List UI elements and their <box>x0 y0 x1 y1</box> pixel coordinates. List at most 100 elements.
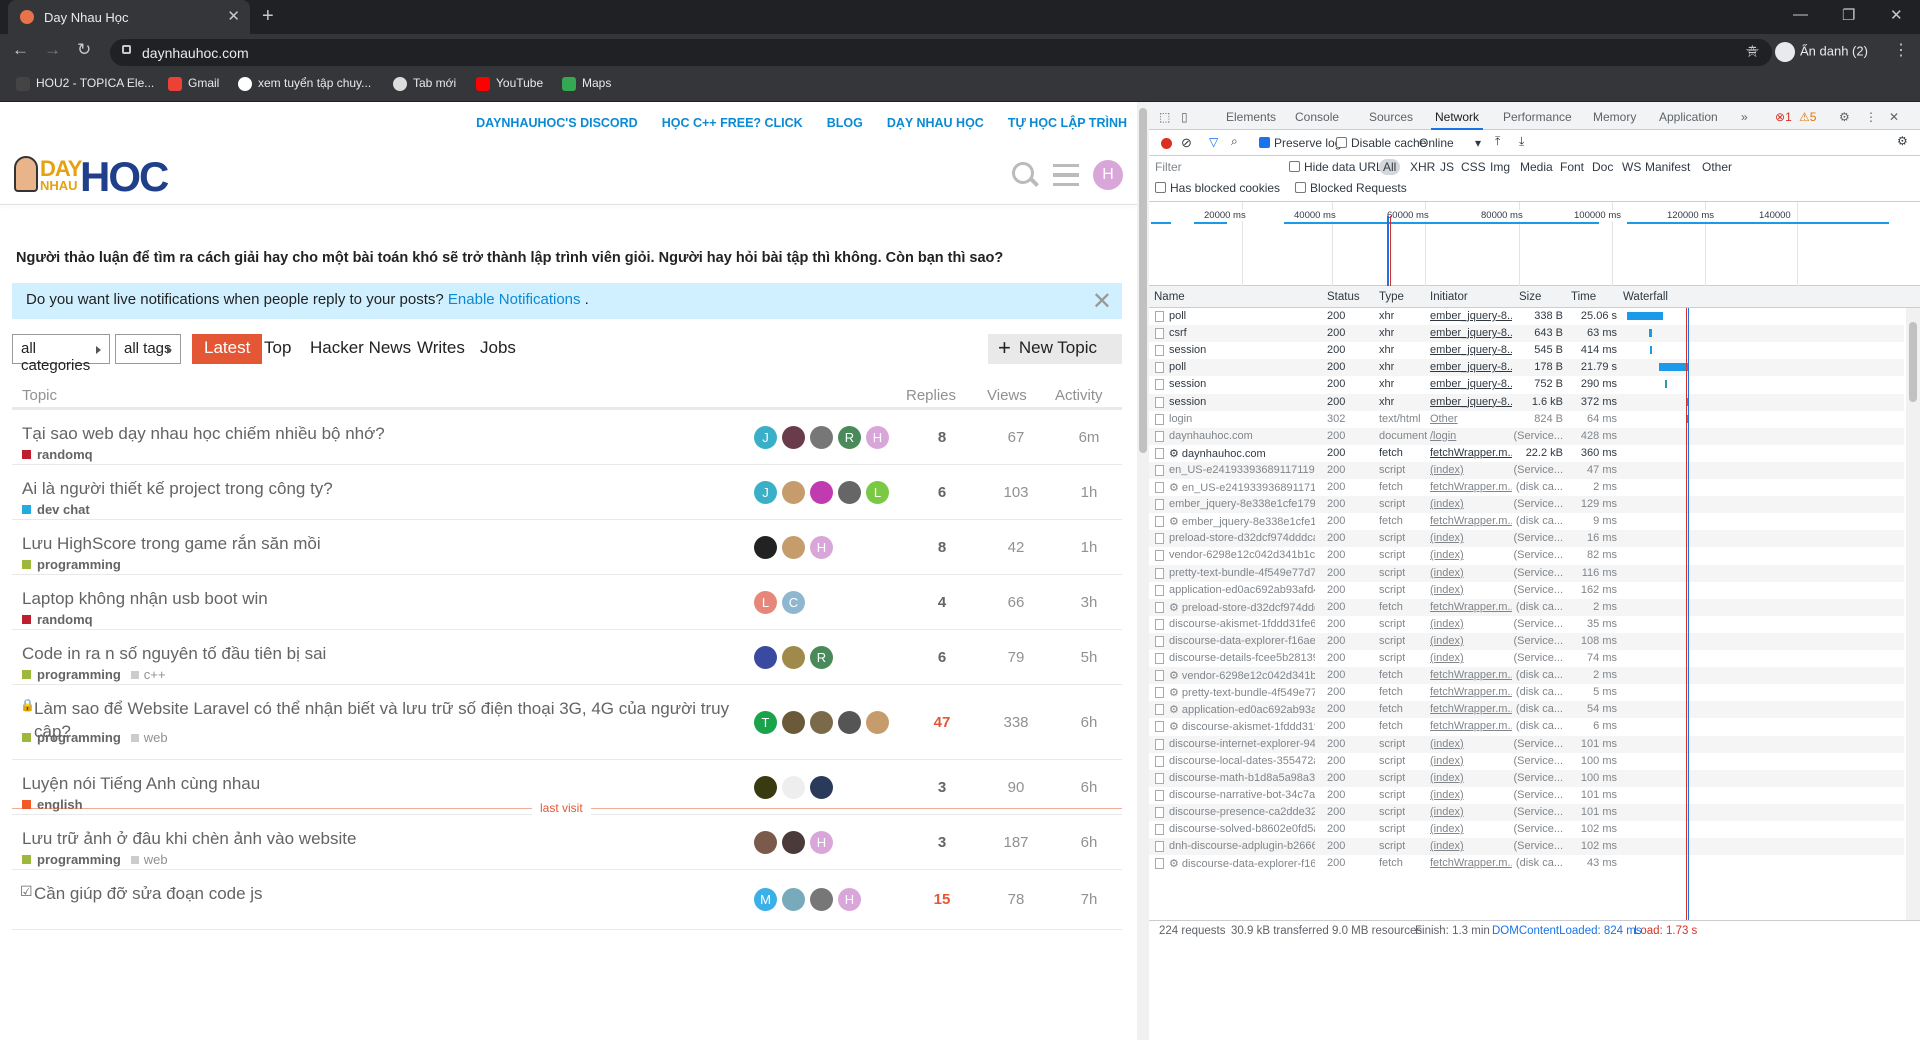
request-name[interactable]: ⚙ pretty-text-bundle-4f549e77d... <box>1169 686 1315 699</box>
devtab-sources[interactable]: Sources <box>1369 110 1413 124</box>
col-size[interactable]: Size <box>1519 291 1541 303</box>
request-name[interactable]: ⚙ discourse-data-explorer-f16ae... <box>1169 857 1315 870</box>
request-initiator[interactable]: (index) <box>1430 584 1512 596</box>
search-icon[interactable] <box>1011 161 1039 189</box>
request-name[interactable]: session <box>1169 344 1315 356</box>
network-request-row[interactable]: session 200 xhr ember_jquery-8... 1.6 kB 372 … <box>1149 393 1904 411</box>
request-name[interactable]: discourse-data-explorer-f16aed9... <box>1169 635 1315 647</box>
topic-title[interactable]: Ai là người thiết kế project trong công … <box>22 477 742 500</box>
device-toolbar-icon[interactable]: ▯ <box>1181 110 1188 124</box>
browser-tab[interactable]: Day Nhau Học ✕ <box>8 0 250 34</box>
col-status[interactable]: Status <box>1327 291 1360 303</box>
type-css[interactable]: CSS <box>1461 160 1486 174</box>
network-request-row[interactable]: ember_jquery-8e338e1cfe17986... 200 script… <box>1149 496 1904 514</box>
bookmark-new-tab[interactable]: Tab mới <box>393 76 456 91</box>
category-badge[interactable]: programming <box>22 667 121 682</box>
network-request-row[interactable]: session 200 xhr ember_jquery-8... 545 B 414 m… <box>1149 342 1904 360</box>
category-badge[interactable]: dev chat <box>22 502 90 517</box>
link-blog[interactable]: BLOG <box>827 116 863 130</box>
network-request-row[interactable]: ⚙ preload-store-d32dcf974dddc... 200 fetch… <box>1149 598 1904 616</box>
poster-avatar[interactable]: H <box>810 830 833 854</box>
request-initiator[interactable]: (index) <box>1430 567 1512 579</box>
request-initiator[interactable]: (index) <box>1430 618 1512 630</box>
topic-row[interactable]: Code in ra n số nguyên tố đầu tiên bị sa… <box>12 630 1122 685</box>
request-name[interactable]: pretty-text-bundle-4f549e77d75... <box>1169 567 1315 579</box>
browser-menu-icon[interactable]: ⋮ <box>1893 40 1909 60</box>
devtab-network[interactable]: Network <box>1430 110 1484 130</box>
filter-icon[interactable]: ▽ <box>1209 135 1218 149</box>
reply-count[interactable]: 6 <box>912 484 972 501</box>
settings-gear-icon[interactable]: ⚙ <box>1839 110 1850 124</box>
close-tab-icon[interactable]: ✕ <box>227 7 240 25</box>
topic-title[interactable]: Lưu HighScore trong game rắn săn mồi <box>22 532 742 555</box>
topic-title[interactable]: Laptop không nhận usb boot win <box>22 587 742 610</box>
tag-badge[interactable]: c++ <box>131 667 166 682</box>
bookmark-hou2[interactable]: HOU2 - TOPICA Ele... <box>16 76 154 91</box>
request-initiator[interactable]: (index) <box>1430 532 1512 544</box>
poster-avatar[interactable] <box>810 425 833 449</box>
request-name[interactable]: poll <box>1169 310 1315 322</box>
col-type[interactable]: Type <box>1379 291 1404 303</box>
dismiss-banner-icon[interactable]: ✕ <box>1092 287 1112 316</box>
record-icon[interactable] <box>1161 138 1172 149</box>
tag-badge[interactable]: web <box>131 730 168 745</box>
request-initiator[interactable]: (index) <box>1430 738 1512 750</box>
activity-time[interactable]: 1h <box>1059 539 1119 556</box>
request-initiator[interactable]: fetchWrapper.m... <box>1430 515 1512 527</box>
activity-time[interactable]: 3h <box>1059 594 1119 611</box>
col-replies[interactable]: Replies <box>906 387 956 404</box>
type-img[interactable]: Img <box>1490 160 1510 174</box>
network-request-row[interactable]: en_US-e24193393689117119311... 200 script (… <box>1149 461 1904 479</box>
network-request-row[interactable]: csrf 200 xhr ember_jquery-8... 643 B 63 ms <box>1149 325 1904 343</box>
request-initiator[interactable]: (index) <box>1430 498 1512 510</box>
enable-notifications-link[interactable]: Enable Notifications <box>448 291 581 308</box>
type-manifest[interactable]: Manifest <box>1645 160 1690 174</box>
bookmark-maps[interactable]: Maps <box>562 76 611 91</box>
error-count-badge[interactable]: ⊗1 <box>1775 110 1792 124</box>
inspect-icon[interactable]: ⬚ <box>1159 110 1170 124</box>
network-request-row[interactable]: vendor-6298e12c042d341b1c8a... 200 script (… <box>1149 547 1904 565</box>
network-request-row[interactable]: discourse-solved-b8602e0fd5a5... 200 scrip… <box>1149 821 1904 838</box>
category-dropdown[interactable]: all categories <box>12 334 110 374</box>
reply-count[interactable]: 4 <box>912 594 972 611</box>
request-initiator[interactable]: (index) <box>1430 806 1512 818</box>
poster-avatar[interactable] <box>810 888 833 911</box>
poster-avatar[interactable] <box>782 535 805 559</box>
clear-icon[interactable]: ⊘ <box>1181 135 1192 151</box>
poster-avatar[interactable] <box>754 535 777 559</box>
network-request-row[interactable]: pretty-text-bundle-4f549e77d75... 200 scri… <box>1149 564 1904 582</box>
request-name[interactable]: ⚙ ember_jquery-8e338e1cfe179... <box>1169 515 1315 528</box>
network-request-row[interactable]: ⚙ vendor-6298e12c042d341b1c... 200 fetch fe… <box>1149 667 1904 685</box>
poster-avatar[interactable] <box>782 888 805 911</box>
nav-jobs[interactable]: Jobs <box>468 334 528 364</box>
reload-icon[interactable]: ↻ <box>77 40 91 60</box>
disable-cache-checkbox[interactable]: Disable cache <box>1336 136 1426 150</box>
network-filter-input[interactable]: Filter <box>1155 160 1285 176</box>
link-tu-hoc[interactable]: TỰ HỌC LẬP TRÌNH <box>1008 116 1127 130</box>
network-request-row[interactable]: ⚙ pretty-text-bundle-4f549e77d... 200 fetc… <box>1149 684 1904 702</box>
network-request-row[interactable]: discourse-local-dates-355472ab... 200 scri… <box>1149 752 1904 770</box>
request-initiator[interactable]: ember_jquery-8... <box>1430 344 1512 356</box>
network-request-row[interactable]: login 302 text/html Other 824 B 64 ms <box>1149 410 1904 428</box>
poster-avatar[interactable] <box>810 710 833 734</box>
request-initiator[interactable]: fetchWrapper.m... <box>1430 857 1512 869</box>
devtab-memory[interactable]: Memory <box>1593 110 1636 124</box>
request-initiator[interactable]: fetchWrapper.m... <box>1430 481 1512 493</box>
poster-avatar[interactable]: C <box>782 590 805 614</box>
hide-data-urls-checkbox[interactable]: Hide data URLs <box>1289 160 1389 174</box>
request-initiator[interactable]: (index) <box>1430 549 1512 561</box>
bookmark-google[interactable]: xem tuyển tập chuy... <box>238 76 371 91</box>
poster-avatar[interactable] <box>782 425 805 449</box>
devtab-console[interactable]: Console <box>1295 110 1339 124</box>
poster-avatar[interactable]: M <box>754 888 777 911</box>
topic-title[interactable]: Cần giúp đỡ sửa đoạn code js <box>34 882 754 905</box>
col-time[interactable]: Time <box>1571 291 1596 303</box>
request-initiator[interactable]: fetchWrapper.m... <box>1430 669 1512 681</box>
request-initiator[interactable]: fetchWrapper.m... <box>1430 720 1512 732</box>
request-initiator[interactable]: (index) <box>1430 772 1512 784</box>
request-name[interactable]: en_US-e24193393689117119311... <box>1169 464 1315 476</box>
poster-avatar[interactable]: J <box>754 480 777 504</box>
poster-avatar[interactable] <box>838 480 861 504</box>
topic-title[interactable]: Luyện nói Tiếng Anh cùng nhau <box>22 772 742 795</box>
request-initiator[interactable]: Other <box>1430 413 1512 425</box>
